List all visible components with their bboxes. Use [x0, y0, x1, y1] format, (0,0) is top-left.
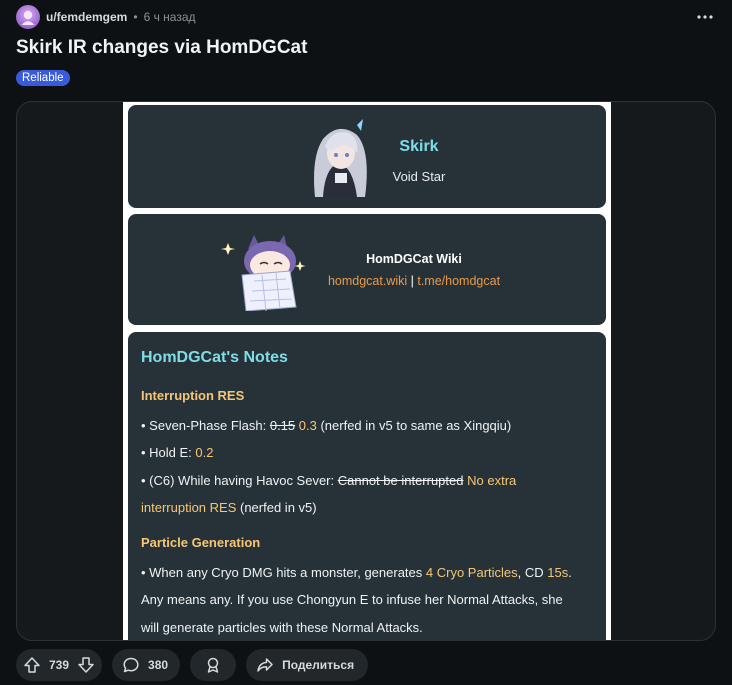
note-line-havoc-sever: • (C6) While having Havoc Sever: Cannot … [141, 467, 601, 494]
more-options-button[interactable] [694, 6, 716, 28]
wiki-link: homdgcat.wiki [327, 274, 408, 288]
upvote-arrow-icon[interactable] [23, 656, 41, 674]
note-text: • When any Cryo DMG hits a monster, gene… [141, 565, 426, 580]
note-text: • (C6) While having Havoc Sever: [141, 473, 338, 488]
note-text: (nerfed in v5 to same as Xingqiu) [316, 418, 512, 433]
note-line-havoc-sever-cont: interruption RES (nerfed in v5) [141, 494, 601, 521]
post-time: 6 ч назад [143, 10, 196, 24]
note-text: (nerfed in v5) [236, 500, 317, 515]
character-portrait-icon [314, 119, 367, 197]
old-value: Cannot be interrupted [337, 473, 464, 488]
new-value: 0.3 [298, 418, 317, 433]
vote-score: 739 [49, 658, 70, 672]
highlight-value: 4 Cryo Particles [425, 565, 518, 580]
old-value: 0.15 [269, 418, 296, 433]
notes-title: HomDGCat's Notes [141, 349, 288, 366]
note-text: • Seven-Phase Flash: [141, 418, 270, 433]
telegram-link: t.me/homdgcat [417, 274, 501, 288]
avatar-icon [21, 10, 35, 25]
character-subtitle: Void Star [392, 169, 446, 184]
post-image: Skirk Void Star HomDGCat Wiki homdgcat.w… [123, 102, 611, 640]
notes-card: HomDGCat's Notes Interruption RES • Seve… [128, 332, 606, 640]
more-horizontal-icon [697, 15, 713, 19]
character-card: Skirk Void Star [128, 105, 606, 208]
note-line-seven-phase-flash: • Seven-Phase Flash: 0.15 0.3 (nerfed in… [141, 412, 601, 439]
wiki-links: homdgcat.wiki | t.me/homdgcat [278, 274, 550, 288]
note-line-normal-attacks: will generate particles with these Norma… [141, 620, 423, 635]
post-media[interactable]: Skirk Void Star HomDGCat Wiki homdgcat.w… [16, 101, 716, 641]
note-text: , CD [517, 565, 548, 580]
action-bar: 739 380 Поделиться [16, 649, 369, 681]
note-text: • Hold E: [141, 445, 196, 460]
wiki-card: HomDGCat Wiki homdgcat.wiki | t.me/homdg… [128, 214, 606, 325]
comment-bubble-icon [123, 657, 139, 673]
comment-count: 380 [148, 658, 169, 672]
award-button[interactable] [190, 649, 237, 681]
share-button[interactable]: Поделиться [246, 649, 369, 681]
post-header: u/femdemgem • 6 ч назад [16, 5, 196, 29]
new-value: interruption RES [141, 500, 237, 515]
avatar[interactable] [16, 5, 40, 29]
share-label: Поделиться [282, 658, 355, 672]
link-divider: | [410, 274, 414, 288]
award-icon [207, 657, 219, 673]
section-heading-particle-generation: Particle Generation [141, 535, 261, 550]
wiki-title: HomDGCat Wiki [366, 252, 462, 266]
mascot-icon [221, 235, 306, 311]
section-heading-interruption-res: Interruption RES [141, 388, 245, 403]
post-flair[interactable]: Reliable [16, 70, 70, 86]
comments-button[interactable]: 380 [112, 649, 181, 681]
new-value: 0.2 [195, 445, 214, 460]
downvote-arrow-icon[interactable] [77, 656, 95, 674]
new-value: No extra [467, 473, 517, 488]
note-text: . [568, 565, 572, 580]
note-line-particles: • When any Cryo DMG hits a monster, gene… [141, 559, 601, 586]
post-author[interactable]: u/femdemgem [46, 10, 127, 24]
post-title[interactable]: Skirk IR changes via HomDGCat [16, 37, 307, 59]
vote-control: 739 [16, 649, 103, 681]
character-name: Skirk [399, 138, 439, 155]
note-line-any-means-any: Any means any. If you use Chongyun E to … [141, 592, 563, 607]
note-line-hold-e: • Hold E: 0.2 [141, 439, 601, 466]
highlight-value: 15s [547, 565, 569, 580]
share-arrow-icon [257, 658, 273, 672]
meta-separator: • [133, 10, 138, 24]
